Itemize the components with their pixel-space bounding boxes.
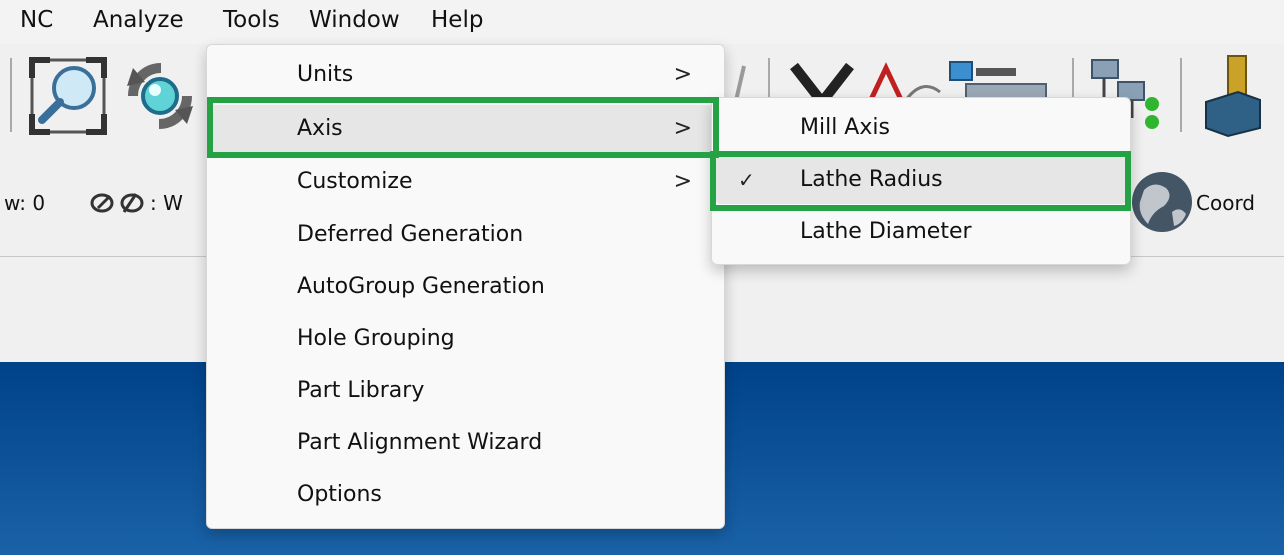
menu-analyze[interactable]: Analyze xyxy=(93,5,184,35)
menu-item-label: Units xyxy=(297,62,354,87)
menu-item-label: Hole Grouping xyxy=(297,326,455,351)
menu-item-label: Deferred Generation xyxy=(297,222,524,247)
menu-item-part-library[interactable]: Part Library xyxy=(211,367,720,415)
wireframe-toggle-icon[interactable] xyxy=(88,190,148,216)
submenu-item-lathe-diameter[interactable]: Lathe Diameter xyxy=(716,208,1126,256)
menu-item-axis[interactable]: Axis > xyxy=(211,105,720,153)
menu-item-label: AutoGroup Generation xyxy=(297,274,545,299)
toolbar-separator xyxy=(10,58,12,132)
menu-item-units[interactable]: Units > xyxy=(211,51,720,99)
menu-nc[interactable]: NC xyxy=(20,5,53,35)
submenu-item-label: Mill Axis xyxy=(800,115,890,140)
menu-item-hole-grouping[interactable]: Hole Grouping xyxy=(211,315,720,363)
menu-item-options[interactable]: Options xyxy=(211,471,720,519)
menu-item-label: Options xyxy=(297,482,382,507)
submenu-arrow-icon: > xyxy=(673,169,692,194)
globe-icon[interactable] xyxy=(1130,162,1194,240)
zoom-fit-icon[interactable] xyxy=(28,56,108,136)
submenu-item-lathe-radius[interactable]: ✓ Lathe Radius xyxy=(716,156,1126,204)
menu-item-part-alignment-wizard[interactable]: Part Alignment Wizard xyxy=(211,419,720,467)
submenu-arrow-icon: > xyxy=(673,116,692,141)
menu-item-label: Axis xyxy=(297,116,343,141)
menu-item-deferred-generation[interactable]: Deferred Generation xyxy=(211,211,720,259)
tools-menu: Units > Axis > Customize > Deferred Gene… xyxy=(206,44,725,529)
menu-tools[interactable]: Tools xyxy=(223,5,280,35)
view-count-label: w: 0 xyxy=(4,191,46,215)
menu-window[interactable]: Window xyxy=(309,5,400,35)
menu-item-label: Part Library xyxy=(297,378,425,403)
menu-item-autogroup-generation[interactable]: AutoGroup Generation xyxy=(211,263,720,311)
submenu-item-label: Lathe Radius xyxy=(800,167,943,192)
rotate-view-icon[interactable] xyxy=(117,56,203,136)
checkmark-icon: ✓ xyxy=(738,168,755,192)
menu-item-customize[interactable]: Customize > xyxy=(211,158,720,206)
submenu-item-mill-axis[interactable]: Mill Axis xyxy=(716,104,1126,152)
toolbar-separator xyxy=(1180,58,1182,132)
menu-bar: NC Analyze Tools Window Help xyxy=(0,0,1284,44)
menu-item-label: Customize xyxy=(297,169,413,194)
submenu-item-label: Lathe Diameter xyxy=(800,219,972,244)
menu-item-label: Part Alignment Wizard xyxy=(297,430,543,455)
wireframe-label: : W xyxy=(150,191,183,215)
coord-label: Coord xyxy=(1196,191,1256,215)
tool-holder-icon[interactable] xyxy=(1198,52,1268,138)
menu-help[interactable]: Help xyxy=(431,5,483,35)
axis-submenu: Mill Axis ✓ Lathe Radius Lathe Diameter xyxy=(711,97,1131,265)
submenu-arrow-icon: > xyxy=(673,62,692,87)
